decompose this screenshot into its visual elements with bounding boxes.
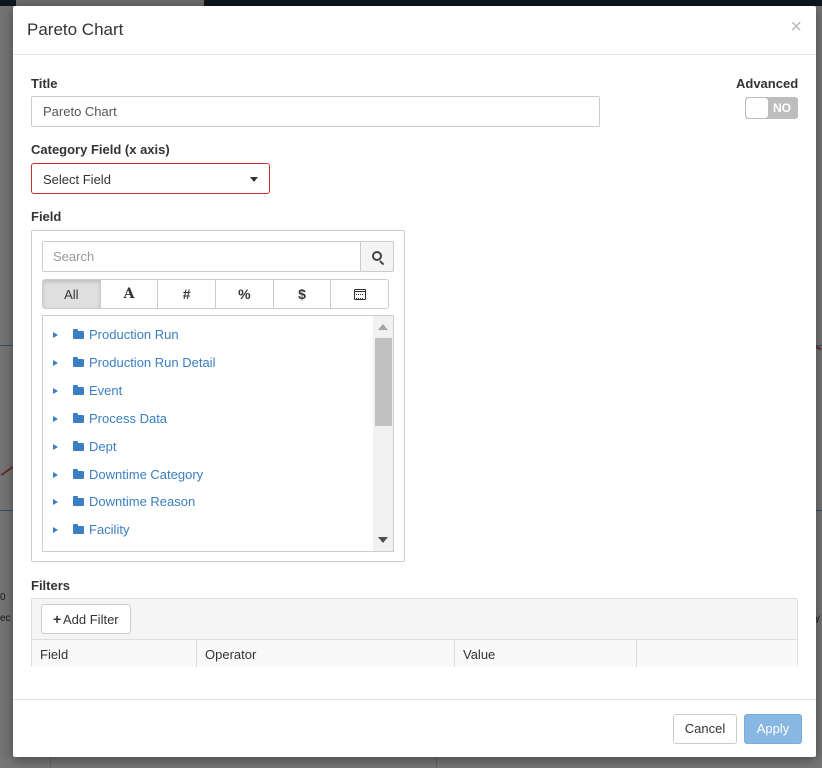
close-icon[interactable]: ×	[790, 16, 802, 38]
tree-item-label: Facility	[89, 522, 130, 537]
scroll-down-arrow-icon[interactable]	[378, 537, 388, 543]
plus-icon: +	[53, 611, 62, 627]
field-type-filters: All A # % $	[42, 279, 389, 309]
tree-item-dept[interactable]: Dept	[43, 438, 363, 458]
scroll-thumb[interactable]	[375, 338, 392, 426]
field-label: Field	[31, 209, 62, 224]
title-label: Title	[31, 76, 58, 91]
column-header-actions	[637, 640, 797, 667]
field-search-input[interactable]: Search	[42, 241, 360, 272]
cancel-button[interactable]: Cancel	[673, 714, 737, 744]
tree-item-production-run-detail[interactable]: Production Run Detail	[43, 354, 363, 374]
folder-icon	[73, 329, 84, 339]
folder-icon	[73, 469, 84, 479]
category-field-label: Category Field (x axis)	[31, 142, 170, 157]
tree-item-process-data[interactable]: Process Data	[43, 410, 363, 430]
filters-panel: + Add Filter Field Operator Value	[31, 598, 798, 667]
text-type-icon: A	[123, 286, 135, 302]
type-filter-percent[interactable]: %	[216, 280, 274, 308]
tree-item-downtime-reason[interactable]: Downtime Reason	[43, 493, 363, 513]
calendar-icon	[353, 288, 366, 300]
type-filter-all[interactable]: All	[43, 280, 101, 308]
expand-arrow-icon[interactable]	[53, 332, 58, 338]
percent-type-icon: %	[238, 286, 251, 302]
tree-item-event[interactable]: Event	[43, 382, 363, 402]
modal-footer: Cancel Apply	[13, 699, 816, 757]
tree-item-production-run[interactable]: Production Run	[43, 326, 363, 346]
tree-item-label: Event	[89, 383, 123, 398]
currency-type-icon: $	[298, 286, 306, 302]
tree-item-label: Downtime Category	[89, 467, 204, 482]
caret-down-icon	[250, 177, 258, 182]
advanced-label: Advanced	[736, 76, 799, 91]
advanced-toggle[interactable]: NO	[745, 97, 798, 119]
tree-item-downtime-category[interactable]: Downtime Category	[43, 466, 363, 486]
folder-icon	[73, 496, 84, 506]
expand-arrow-icon[interactable]	[53, 360, 58, 366]
tree-item-label: Process Data	[89, 411, 168, 426]
filter-table-header: Field Operator Value	[32, 639, 797, 667]
field-tree: Production Run Production Run Detail Eve…	[42, 315, 394, 552]
title-input[interactable]	[31, 96, 600, 127]
tree-item-label: Production Run Detail	[89, 355, 216, 370]
category-field-select[interactable]: Select Field	[31, 163, 270, 194]
pareto-chart-dialog: Pareto Chart × Title Advanced NO Categor…	[13, 6, 816, 757]
folder-icon	[73, 413, 84, 423]
type-filter-currency[interactable]: $	[273, 280, 332, 308]
type-filter-number[interactable]: #	[158, 280, 217, 308]
number-type-icon: #	[182, 286, 191, 302]
type-filter-date[interactable]	[331, 280, 388, 308]
select-value: Select Field	[43, 172, 111, 187]
add-filter-label: Add Filter	[63, 612, 119, 627]
toggle-state-text: NO	[773, 101, 791, 115]
scroll-up-arrow-icon[interactable]	[378, 324, 388, 330]
expand-arrow-icon[interactable]	[53, 416, 58, 422]
toggle-knob	[746, 98, 768, 118]
expand-arrow-icon[interactable]	[53, 388, 58, 394]
search-button[interactable]	[360, 241, 394, 272]
modal-title: Pareto Chart	[27, 20, 124, 39]
expand-arrow-icon[interactable]	[53, 499, 58, 505]
column-header-operator: Operator	[197, 640, 455, 667]
field-picker-panel: Search All A # % $ Production Run Produc…	[31, 230, 405, 562]
type-filter-text[interactable]: A	[100, 280, 159, 308]
expand-arrow-icon[interactable]	[53, 472, 58, 478]
column-header-field: Field	[32, 640, 197, 667]
expand-arrow-icon[interactable]	[53, 527, 58, 533]
folder-icon	[73, 385, 84, 395]
apply-button[interactable]: Apply	[744, 714, 802, 744]
tree-item-facility[interactable]: Facility	[43, 521, 363, 541]
tree-item-label: Downtime Reason	[89, 494, 196, 509]
type-filter-label: All	[64, 286, 79, 302]
folder-icon	[73, 441, 84, 451]
expand-arrow-icon[interactable]	[53, 444, 58, 450]
tree-item-label: Production Run	[89, 327, 179, 342]
modal-header: Pareto Chart ×	[13, 6, 816, 55]
folder-icon	[73, 524, 84, 534]
folder-icon	[73, 357, 84, 367]
tree-item-label: Dept	[89, 439, 117, 454]
tree-scrollbar[interactable]	[373, 316, 393, 551]
filters-label: Filters	[31, 578, 71, 593]
add-filter-button[interactable]: + Add Filter	[41, 604, 131, 634]
column-header-value: Value	[455, 640, 637, 667]
